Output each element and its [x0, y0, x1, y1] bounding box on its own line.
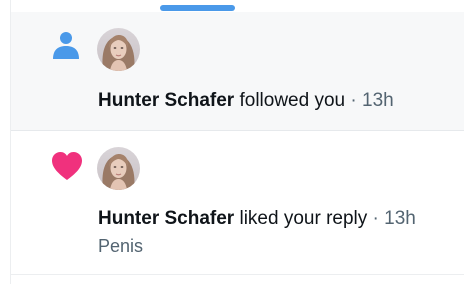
- avatar[interactable]: [97, 28, 140, 71]
- timestamp: 13h: [384, 208, 416, 229]
- user-name[interactable]: Hunter Schafer: [98, 90, 234, 111]
- separator: ·: [345, 90, 362, 111]
- person-icon: [51, 30, 81, 60]
- avatar[interactable]: [97, 147, 140, 190]
- notifications-screen: Hunter Schafer followed you · 13h Hunter…: [0, 0, 464, 284]
- notification-text: Hunter Schafer liked your reply · 13h: [98, 207, 416, 231]
- action-text: liked your reply: [234, 208, 368, 229]
- notification-like[interactable]: Hunter Schafer liked your reply · 13h Pe…: [11, 131, 464, 275]
- active-tab-indicator: [160, 5, 235, 11]
- timestamp: 13h: [362, 90, 394, 111]
- separator: ·: [367, 208, 385, 229]
- notification-follow[interactable]: Hunter Schafer followed you · 13h: [11, 12, 464, 131]
- heart-icon: [51, 151, 82, 181]
- action-text: followed you: [234, 90, 346, 111]
- notification-text: Hunter Schafer followed you · 13h: [98, 89, 394, 113]
- user-name[interactable]: Hunter Schafer: [98, 208, 234, 229]
- reply-snippet[interactable]: Penis: [98, 234, 143, 258]
